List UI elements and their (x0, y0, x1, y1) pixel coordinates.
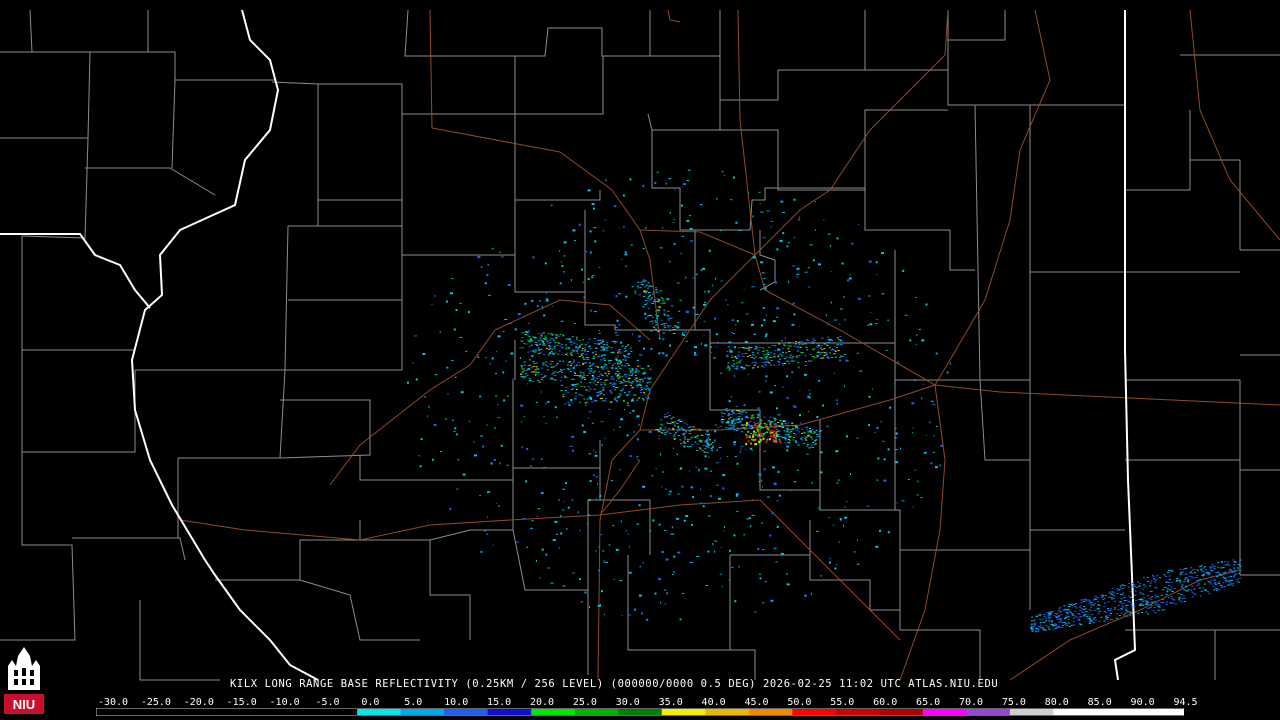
radar-echoes (407, 169, 1242, 633)
colorbar-segment (1009, 709, 1054, 715)
colorbar-label: -20.0 (183, 697, 214, 708)
colorbar-segment (705, 709, 750, 715)
colorbar-segment (792, 709, 837, 715)
colorbar-label: 80.0 (1044, 697, 1069, 708)
county-lines (0, 9, 1280, 681)
colorbar-segment (400, 709, 445, 715)
colorbar-segment (835, 709, 880, 715)
colorbar-segment (531, 709, 576, 715)
colorbar-label: 40.0 (701, 697, 726, 708)
colorbar-label: 94.5 (1173, 697, 1198, 708)
radar-map (0, 9, 1280, 681)
colorbar-segment (444, 709, 489, 715)
colorbar-label: 10.0 (444, 697, 469, 708)
colorbar-label: 15.0 (487, 697, 512, 708)
colorbar-segment (618, 709, 663, 715)
colorbar-label: 60.0 (873, 697, 898, 708)
colorbar-label: 25.0 (572, 697, 597, 708)
colorbar-label: 90.0 (1130, 697, 1155, 708)
colorbar-label: -5.0 (315, 697, 340, 708)
state-borders (0, 9, 1137, 681)
colorbar-label: 45.0 (744, 697, 769, 708)
colorbar-label: 20.0 (529, 697, 555, 708)
colorbar-label: -15.0 (226, 697, 257, 708)
colorbar-label: 50.0 (787, 697, 812, 708)
colorbar-label: 75.0 (1001, 697, 1026, 708)
colorbar-segment (574, 709, 619, 715)
colorbar-segment (922, 709, 967, 715)
colorbar-segment (748, 709, 793, 715)
colorbar-label: 0.0 (361, 697, 380, 708)
colorbar-label: 65.0 (916, 697, 941, 708)
colorbar-segment (1053, 709, 1098, 715)
colorbar-label: 30.0 (615, 697, 640, 708)
reflectivity-colorbar (96, 708, 1184, 716)
niu-tower-logo-icon: NIU (2, 646, 46, 716)
colorbar-label: 35.0 (658, 697, 683, 708)
colorbar-label: 55.0 (830, 697, 855, 708)
colorbar-segment (487, 709, 532, 715)
colorbar-label: 70.0 (958, 697, 984, 708)
colorbar-segment (879, 709, 924, 715)
colorbar-segment (661, 709, 706, 715)
colorbar-label: -25.0 (140, 697, 171, 708)
colorbar-segment (1096, 709, 1141, 715)
colorbar-segment (357, 709, 402, 715)
colorbar-segment (966, 709, 1011, 715)
colorbar-label: -10.0 (269, 697, 300, 708)
colorbar-label: -30.0 (97, 697, 129, 708)
logo-text: NIU (13, 697, 35, 712)
colorbar-segment (1140, 709, 1184, 715)
colorbar-label: 85.0 (1087, 697, 1112, 708)
colorbar-label: 5.0 (404, 697, 423, 708)
product-title: KILX LONG RANGE BASE REFLECTIVITY (0.25K… (230, 678, 999, 690)
